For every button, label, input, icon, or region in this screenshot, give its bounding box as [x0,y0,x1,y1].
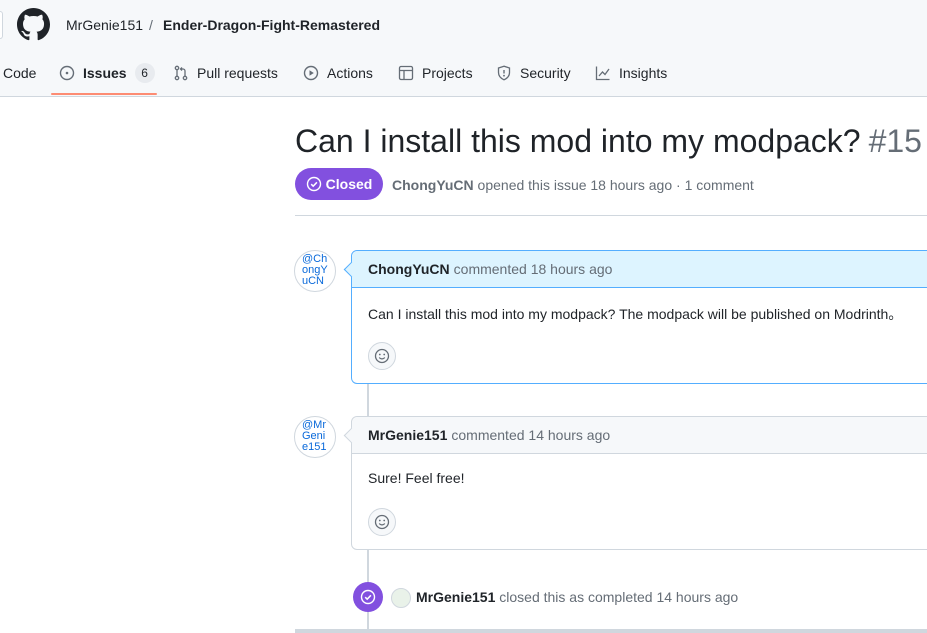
avatar-alt-text: @ChongYuCN [302,253,328,287]
breadcrumb-separator: / [149,17,153,33]
comment-card: ChongYuCN commented 18 hours ago Can I i… [351,250,927,384]
add-reaction-button[interactable] [368,342,396,370]
issue-state-badge: Closed [295,168,383,200]
tab-actions[interactable]: Actions [303,62,373,84]
comment-body: Can I install this mod into my modpack? … [368,306,903,322]
event-actor-link[interactable]: MrGenie151 [416,589,495,605]
comment-author-link[interactable]: ChongYuCN [368,261,450,277]
comment-timestamp: commented 14 hours ago [451,427,611,443]
tab-code-label: Code [3,65,37,81]
tab-insights[interactable]: Insights [595,62,667,84]
smiley-icon [374,348,390,364]
issue-state-label: Closed [325,176,373,192]
issue-closed-icon [360,589,376,605]
issue-number: #15 [868,123,922,159]
breadcrumb-owner-link[interactable]: MrGenie151 [66,16,143,34]
issue-title: Can I install this mod into my modpack? #… [295,121,922,161]
issue-closed-icon [306,176,321,192]
avatar-alt-text: @MrGenie151 [302,419,327,453]
selected-tab-underline [51,93,157,95]
closed-event-badge [353,582,383,612]
comment-timestamp: commented 18 hours ago [453,261,613,277]
add-reaction-button[interactable] [368,508,396,536]
event-actor-avatar[interactable] [391,588,411,608]
comment-header: MrGenie151 commented 14 hours ago [352,417,927,454]
issues-count-badge: 6 [134,63,155,83]
tab-code[interactable]: Code [3,62,36,84]
header-divider [295,215,927,216]
back-edge-button[interactable] [0,11,3,39]
repo-header: MrGenie151 / Ender-Dragon-Fight-Remaster… [0,0,927,97]
tab-projects[interactable]: Projects [398,62,473,84]
tab-actions-label: Actions [327,65,373,81]
issue-opened-icon [59,65,75,81]
timeline-bottom-divider [295,629,927,633]
github-logo-icon[interactable] [17,8,50,41]
avatar[interactable]: @MrGenie151 [294,416,336,458]
issue-title-text: Can I install this mod into my modpack? [295,123,861,159]
tab-security[interactable]: Security [496,62,571,84]
tab-pull-requests-label: Pull requests [197,65,278,81]
avatar[interactable]: @ChongYuCN [294,250,336,292]
smiley-icon [374,514,390,530]
issue-meta-text: opened this issue 18 hours ago · 1 comme… [473,177,754,193]
table-icon [398,65,414,81]
issue-meta: ChongYuCN opened this issue 18 hours ago… [392,177,754,193]
tab-insights-label: Insights [619,65,668,81]
shield-icon [497,65,511,81]
play-icon [303,65,319,81]
tab-issues[interactable]: Issues 6 [59,62,155,84]
tab-issues-label: Issues [83,65,127,81]
comment-author-link[interactable]: MrGenie151 [368,427,447,443]
breadcrumb-repo-link[interactable]: Ender-Dragon-Fight-Remastered [163,16,380,34]
comment-header: ChongYuCN commented 18 hours ago [352,251,927,288]
comment-card: MrGenie151 commented 14 hours ago Sure! … [351,416,927,550]
tab-security-label: Security [520,65,571,81]
tab-pull-requests[interactable]: Pull requests [173,62,278,84]
closed-event-text: MrGenie151 closed this as completed 14 h… [416,589,738,605]
graph-icon [595,66,610,81]
issue-author-link[interactable]: ChongYuCN [392,177,474,193]
git-pull-request-icon [174,65,188,81]
event-description: closed this as completed 14 hours ago [495,589,739,605]
comment-body: Sure! Feel free! [368,470,465,486]
tab-projects-label: Projects [422,65,473,81]
